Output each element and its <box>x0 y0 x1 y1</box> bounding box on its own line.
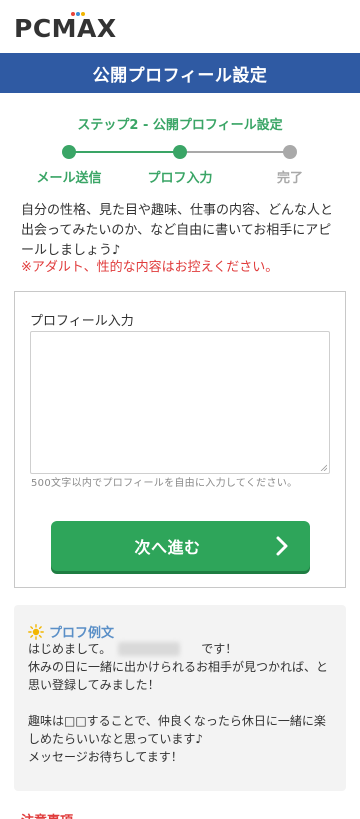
example-title: プロフ例文 <box>49 626 115 641</box>
step-label-complete: 完了 <box>276 171 303 186</box>
stepper-line-done <box>68 151 180 153</box>
resize-handle-icon[interactable] <box>320 464 327 471</box>
logo-dots <box>71 12 87 18</box>
step-dot-complete <box>283 145 297 159</box>
intro-text: 自分の性格、見た目や趣味、仕事の内容、どんな人と出会ってみたいのか、など自由に書… <box>21 203 334 258</box>
profile-form: プロフィール入力 500文字以内でプロフィールを自由に入力してください。 次へ進… <box>14 291 346 588</box>
step-dot-mail <box>62 145 76 159</box>
step-dot-profile <box>173 145 187 159</box>
profile-textarea[interactable] <box>30 331 330 474</box>
blurred-nickname <box>118 642 180 656</box>
next-button[interactable]: 次へ進む <box>51 521 310 571</box>
example-heading: プロフ例文 <box>28 622 114 641</box>
logo-dot-yellow <box>81 12 85 16</box>
progress-stepper: メール送信 プロフ入力 完了 <box>0 143 360 193</box>
notes-heading: 注意事項 <box>21 810 73 819</box>
page-title: 公開プロフィール設定 <box>92 65 268 86</box>
step-label-profile: プロフ入力 <box>147 171 213 186</box>
logo-dot-red <box>71 12 75 16</box>
profile-example-box: プロフ例文 はじめまして。 です！ 休みの日に一緒に出かけられるお相手が見つかれ… <box>14 605 346 791</box>
stepper-line-pending <box>180 151 290 153</box>
step-title: ステップ2 - 公開プロフィール設定 <box>77 118 283 133</box>
page-header: 公開プロフィール設定 <box>0 53 360 93</box>
logo-dot-blue <box>76 12 80 16</box>
sun-icon <box>28 623 44 640</box>
logo-text: PCMAX <box>14 13 117 43</box>
pcmax-logo[interactable]: PCMAX <box>14 12 117 43</box>
character-limit-hint: 500文字以内でプロフィールを自由に入力してください。 <box>31 478 298 489</box>
next-button-label: 次へ進む <box>134 538 201 557</box>
example-body: はじめまして。 です！ 休みの日に一緒に出かけられるお相手が見つかれば、と思い登… <box>28 642 329 764</box>
step-label-mail: メール送信 <box>36 171 102 186</box>
warning-text: ※アダルト、性的な内容はお控えください。 <box>21 260 279 275</box>
profile-input-label: プロフィール入力 <box>30 314 134 329</box>
chevron-right-icon <box>276 536 288 556</box>
